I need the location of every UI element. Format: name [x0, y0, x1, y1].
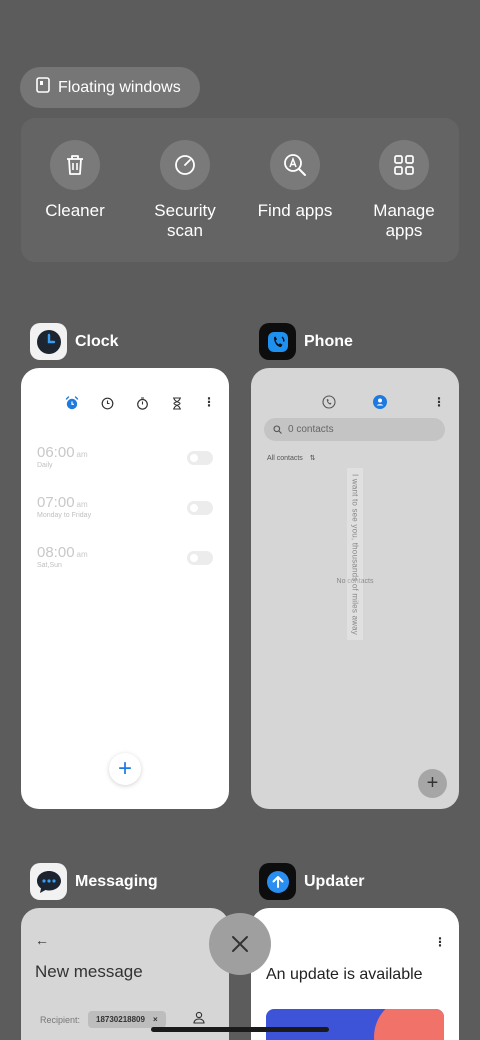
add-contact-button[interactable]: + — [418, 769, 447, 798]
security-scan-button[interactable]: Security scan — [135, 140, 235, 241]
alarm-toggle[interactable] — [187, 551, 213, 565]
updater-app-name: Updater — [304, 872, 365, 890]
floating-windows-button[interactable]: Floating windows — [20, 67, 200, 108]
recipient-number: 18730218809 — [96, 1015, 145, 1024]
timer-tab-icon[interactable] — [171, 396, 183, 415]
messaging-app-icon — [30, 863, 67, 900]
window-icon — [36, 77, 50, 98]
clock-tab-icon[interactable] — [101, 397, 114, 415]
alarm-row[interactable]: 08:00 am Sat,Sun — [37, 544, 213, 569]
more-options-icon[interactable]: ⋮ — [434, 936, 446, 948]
back-arrow-icon[interactable]: ← — [35, 932, 49, 948]
add-alarm-button[interactable]: + — [109, 753, 141, 785]
clock-tabs — [65, 396, 183, 415]
update-banner-image — [266, 1009, 444, 1040]
alarm-ampm: am — [76, 550, 88, 559]
phone-app-name: Phone — [304, 332, 353, 350]
close-icon — [232, 936, 248, 952]
messaging-app-header[interactable]: Messaging — [30, 863, 158, 900]
security-scan-icon — [160, 140, 210, 190]
update-available-title: An update is available — [266, 966, 423, 983]
contacts-filter-dropdown[interactable]: All contacts ⇅ — [267, 454, 316, 462]
more-options-icon[interactable]: ⋮ — [203, 396, 215, 408]
close-all-button[interactable] — [209, 913, 271, 975]
search-icon — [273, 425, 282, 434]
cleaner-label: Cleaner — [45, 201, 105, 220]
clock-app-icon — [30, 323, 67, 360]
find-apps-icon — [270, 140, 320, 190]
clock-app-header[interactable]: Clock — [30, 323, 119, 360]
find-apps-button[interactable]: Find apps — [245, 140, 345, 221]
contacts-tab-icon[interactable] — [373, 395, 387, 414]
alarm-row[interactable]: 06:00 am Daily — [37, 444, 213, 469]
sort-arrows-icon: ⇅ — [309, 455, 316, 462]
alarm-repeat: Sat,Sun — [37, 562, 62, 569]
remove-recipient-icon[interactable]: × — [153, 1015, 158, 1024]
updater-card[interactable]: ⋮ An update is available — [251, 908, 459, 1040]
recipient-label: Recipient: — [40, 1015, 81, 1025]
more-options-icon[interactable]: ⋮ — [433, 396, 445, 408]
alarm-ampm: am — [76, 500, 88, 509]
manage-apps-button[interactable]: Manage apps — [354, 140, 454, 241]
phone-card[interactable]: ⋮ 0 contacts All contacts ⇅ No contacts … — [251, 368, 459, 809]
lyric-overlay: I want to see you, thousands of miles aw… — [347, 468, 363, 640]
call-history-tab-icon[interactable] — [322, 395, 336, 414]
alarm-toggle[interactable] — [187, 501, 213, 515]
messaging-card[interactable]: ← New message Recipient: 18730218809 × — [21, 908, 229, 1040]
floating-windows-label: Floating windows — [58, 78, 181, 96]
trash-icon — [50, 140, 100, 190]
alarm-time: 06:00 — [37, 444, 75, 461]
messaging-app-name: Messaging — [75, 872, 158, 890]
phone-app-icon — [259, 323, 296, 360]
alarm-time: 08:00 — [37, 544, 75, 561]
grid-icon — [379, 140, 429, 190]
recipient-chip[interactable]: 18730218809 × — [88, 1011, 166, 1028]
alarm-time: 07:00 — [37, 494, 75, 511]
stopwatch-tab-icon[interactable] — [136, 396, 149, 415]
phone-app-header[interactable]: Phone — [259, 323, 353, 360]
clock-card[interactable]: ⋮ 06:00 am Daily 07:00 am Monday to Friday… — [21, 368, 229, 809]
home-indicator[interactable] — [151, 1027, 329, 1032]
alarm-row[interactable]: 07:00 am Monday to Friday — [37, 494, 213, 519]
contacts-filter-label: All contacts — [267, 455, 303, 462]
alarm-toggle[interactable] — [187, 451, 213, 465]
alarm-repeat: Daily — [37, 462, 53, 469]
updater-app-icon — [259, 863, 296, 900]
search-placeholder: 0 contacts — [288, 424, 334, 435]
alarm-ampm: am — [76, 450, 88, 459]
security-scan-label: Security scan — [154, 201, 216, 240]
quick-actions-panel: Cleaner Security scan Find apps Manage a… — [21, 118, 459, 262]
contacts-search-input[interactable]: 0 contacts — [264, 418, 445, 441]
alarm-tab-icon[interactable] — [65, 396, 79, 415]
updater-app-header[interactable]: Updater — [259, 863, 364, 900]
cleaner-button[interactable]: Cleaner — [25, 140, 125, 221]
new-message-title: New message — [35, 962, 143, 981]
manage-apps-label: Manage apps — [373, 201, 435, 240]
find-apps-label: Find apps — [257, 201, 333, 220]
clock-app-name: Clock — [75, 332, 119, 350]
alarm-repeat: Monday to Friday — [37, 512, 92, 519]
